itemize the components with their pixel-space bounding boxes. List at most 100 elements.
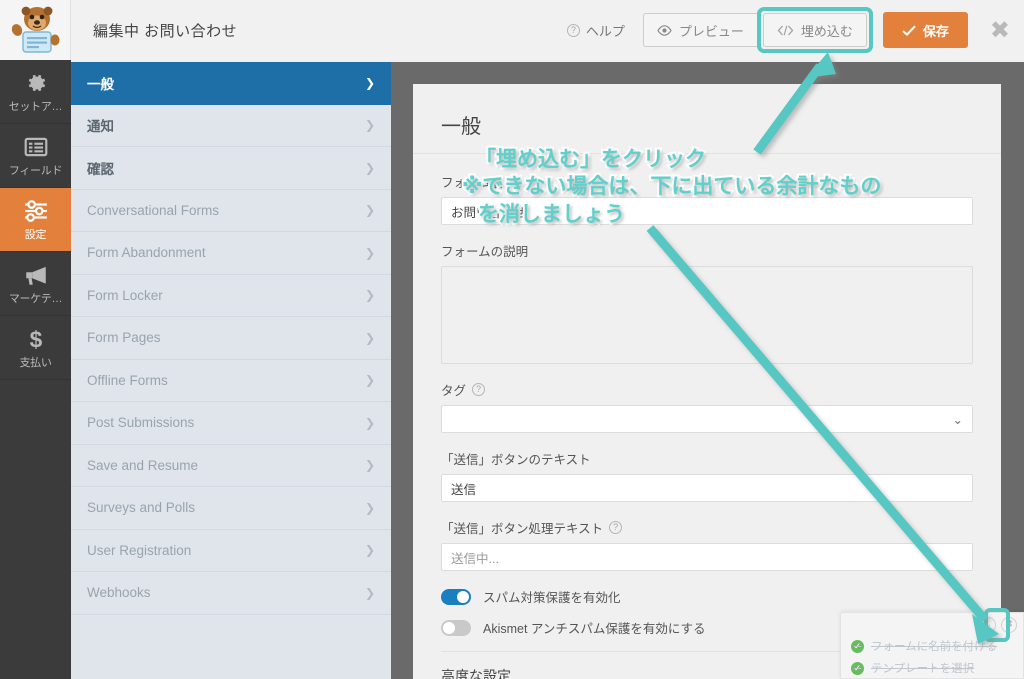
app-header: 編集中 お問い合わせ ? ヘルプ プレビュー 埋め込む 保存 ✖ xyxy=(0,0,1024,60)
chevron-right-icon: ❯ xyxy=(364,75,375,90)
sidebar-item-label: セットア… xyxy=(8,100,63,113)
check-circle-icon: ✓ xyxy=(851,661,864,675)
embed-label: 埋め込む xyxy=(800,23,853,39)
check-icon xyxy=(902,24,916,36)
chevron-right-icon: ❯ xyxy=(364,203,375,218)
submit-button-text-label: 「送信」ボタンのテキスト xyxy=(441,449,973,468)
settings-item-surveys-and-polls[interactable]: Surveys and Polls ❯ xyxy=(71,487,391,530)
akismet-toggle-label: Akismet アンチスパム保護を有効にする xyxy=(483,622,706,636)
settings-item-label: Surveys and Polls xyxy=(87,500,196,516)
question-circle-icon: ? xyxy=(472,383,486,396)
header-actions: ? ヘルプ プレビュー 埋め込む 保存 ✖ xyxy=(566,0,1024,60)
settings-item-post-submissions[interactable]: Post Submissions ❯ xyxy=(71,402,391,445)
settings-item-label: Form Pages xyxy=(87,330,161,346)
panel-body: フォーム名 お問い合わせ フォームの説明 タグ ? ⌄ 「送信」ボタンのテキスト… xyxy=(413,154,1001,679)
sidebar-item-settings[interactable]: 設定 xyxy=(0,188,71,252)
settings-item-form-pages[interactable]: Form Pages ❯ xyxy=(71,317,391,360)
toggle-knob xyxy=(443,621,455,634)
settings-item-general[interactable]: 一般 ❯ xyxy=(71,62,391,105)
sidebar-item-fields[interactable]: フィールド xyxy=(0,124,71,188)
gear-icon xyxy=(28,74,45,91)
settings-item-conversational-forms[interactable]: Conversational Forms ❯ xyxy=(71,190,391,232)
sidebar-item-payments[interactable]: $ 支払い xyxy=(0,316,71,380)
panel-heading: 一般 xyxy=(413,84,1001,154)
eye-icon xyxy=(657,24,672,36)
settings-item-label: Form Abandonment xyxy=(87,245,206,261)
toggle-row-antispam: スパム対策保護を有効化 xyxy=(441,587,973,606)
submit-processing-text-value: 送信中... xyxy=(451,551,499,566)
form-description-textarea[interactable] xyxy=(441,266,973,364)
chevron-right-icon: ❯ xyxy=(364,288,375,303)
checklist-item-label: フォームに名前を付ける xyxy=(871,641,998,653)
checklist-close-highlight xyxy=(984,608,1010,642)
toggle-knob xyxy=(457,590,469,603)
sidebar-rail: セットア… フィールド 設定 マーケテ… $ 支払い xyxy=(0,60,71,679)
check-circle-icon: ✓ xyxy=(851,639,864,653)
settings-item-user-registration[interactable]: User Registration ❯ xyxy=(71,530,391,572)
settings-panel-list: 一般 ❯ 通知 ❯ 確認 ❯ Conversational Forms ❯ Fo… xyxy=(71,62,391,679)
sliders-icon xyxy=(24,199,47,222)
beaver-mascot-logo-icon xyxy=(11,6,60,53)
chevron-right-icon: ❯ xyxy=(364,330,375,345)
submit-button-text-value: 送信 xyxy=(451,482,477,497)
save-button[interactable]: 保存 xyxy=(882,12,968,48)
settings-item-notifications[interactable]: 通知 ❯ xyxy=(71,105,391,147)
label-text: フォームの説明 xyxy=(441,245,529,259)
general-settings-panel: 一般 フォーム名 お問い合わせ フォームの説明 タグ ? ⌄ 「送信」ボタンのテ… xyxy=(413,84,1001,679)
settings-item-offline-forms[interactable]: Offline Forms ❯ xyxy=(71,360,391,402)
dollar-sign-icon: $ xyxy=(29,326,42,351)
chevron-right-icon: ❯ xyxy=(364,585,375,600)
label-text: 「送信」ボタン処理テキスト xyxy=(441,522,604,536)
settings-item-label: User Registration xyxy=(87,542,192,558)
submit-processing-text-label: 「送信」ボタン処理テキスト ? xyxy=(441,518,973,537)
form-description-label: フォームの説明 xyxy=(441,241,973,260)
sidebar-item-label: マーケテ… xyxy=(8,292,63,305)
tags-label: タグ ? xyxy=(441,380,973,399)
embed-button[interactable]: 埋め込む xyxy=(762,13,867,47)
question-circle-icon: ? xyxy=(566,23,580,37)
preview-label: プレビュー xyxy=(678,23,744,39)
settings-item-form-abandonment[interactable]: Form Abandonment ❯ xyxy=(71,232,391,275)
settings-item-label: Webhooks xyxy=(87,585,151,601)
checklist-item-label: テンプレートを選択 xyxy=(871,663,975,675)
settings-item-save-and-resume[interactable]: Save and Resume ❯ xyxy=(71,445,391,487)
settings-item-form-locker[interactable]: Form Locker ❯ xyxy=(71,275,391,317)
preview-button[interactable]: プレビュー xyxy=(642,13,757,47)
save-label: 保存 xyxy=(922,23,949,39)
help-label: ヘルプ xyxy=(585,23,625,39)
field-submit-button-text: 「送信」ボタンのテキスト 送信 xyxy=(441,449,973,502)
submit-button-text-input[interactable]: 送信 xyxy=(441,474,973,502)
chevron-down-icon: ⌄ xyxy=(952,412,963,427)
tags-select[interactable]: ⌄ xyxy=(441,405,973,433)
akismet-toggle[interactable] xyxy=(441,619,471,636)
field-form-name: フォーム名 お問い合わせ xyxy=(441,172,973,225)
settings-item-label: 一般 xyxy=(87,76,114,92)
form-name-input[interactable]: お問い合わせ xyxy=(441,197,973,225)
sidebar-item-label: 支払い xyxy=(19,356,52,369)
sidebar-item-marketing[interactable]: マーケテ… xyxy=(0,252,71,316)
checklist-item-select-template[interactable]: ✓ テンプレートを選択 xyxy=(841,657,1023,678)
megaphone-icon xyxy=(25,266,46,285)
sidebar-item-setup[interactable]: セットア… xyxy=(0,60,71,124)
settings-item-label: Save and Resume xyxy=(87,457,199,473)
chevron-right-icon: ❯ xyxy=(364,458,375,473)
svg-text:$: $ xyxy=(29,326,42,351)
page-title: 編集中 お問い合わせ xyxy=(93,22,238,40)
settings-item-webhooks[interactable]: Webhooks ❯ xyxy=(71,572,391,615)
form-name-label: フォーム名 xyxy=(441,172,973,191)
settings-item-confirmation[interactable]: 確認 ❯ xyxy=(71,147,391,190)
settings-item-label: Post Submissions xyxy=(87,415,195,431)
antispam-toggle[interactable] xyxy=(441,588,471,605)
help-link[interactable]: ? ヘルプ xyxy=(566,21,625,40)
chevron-right-icon: ❯ xyxy=(364,160,375,175)
submit-processing-text-input[interactable]: 送信中... xyxy=(441,543,973,571)
close-icon[interactable]: ✖ xyxy=(982,18,1024,42)
app-logo xyxy=(0,0,71,60)
code-brackets-icon xyxy=(777,25,794,35)
chevron-right-icon: ❯ xyxy=(364,415,375,430)
sidebar-item-label: フィールド xyxy=(8,164,63,177)
form-name-value: お問い合わせ xyxy=(451,205,527,220)
question-circle-icon: ? xyxy=(609,521,623,534)
sidebar-item-label: 設定 xyxy=(24,228,47,241)
settings-item-label: Form Locker xyxy=(87,287,163,303)
